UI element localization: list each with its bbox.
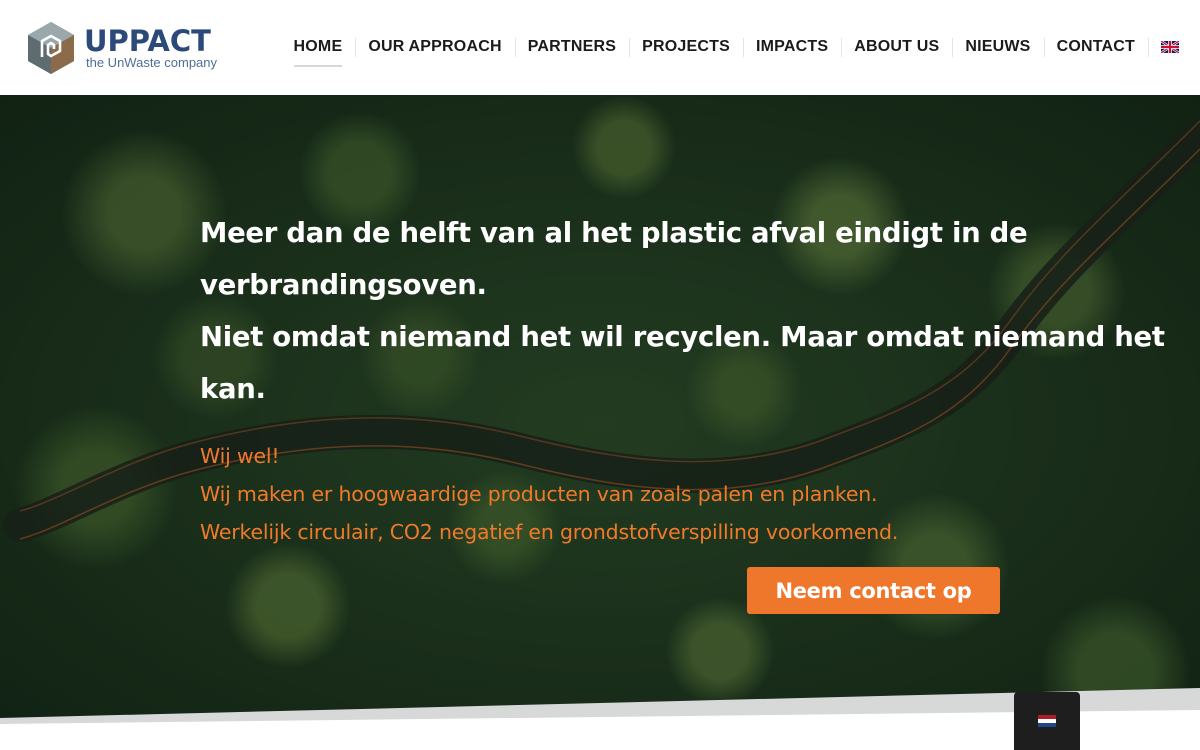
nav-item-nieuws[interactable]: NIEUWS (952, 30, 1043, 64)
nav-item-about-us[interactable]: ABOUT US (841, 30, 952, 64)
hero-subtext: Wij wel! Wij maken er hoogwaardige produ… (200, 437, 1190, 551)
nav-item-impacts[interactable]: IMPACTS (742, 30, 841, 64)
logo-text: UPPACT the UnWaste company (84, 26, 217, 70)
hero-heading-line: kan. (200, 373, 266, 405)
brand-tagline: the UnWaste company (86, 55, 218, 70)
uppact-logo-icon (28, 22, 74, 74)
nav-item-partners[interactable]: PARTNERS (514, 30, 629, 64)
nav-item-projects[interactable]: PROJECTS (629, 30, 743, 64)
nav-item-our-approach[interactable]: OUR APPROACH (355, 30, 514, 64)
uk-flag-icon (1161, 41, 1179, 53)
nav-language-uk[interactable] (1148, 30, 1184, 64)
nl-flag-icon (1038, 715, 1056, 727)
hero-section: Meer dan de helft van al het plastic afv… (0, 95, 1200, 750)
hero-heading-line: Meer dan de helft van al het plastic afv… (200, 217, 1028, 249)
hero-subtext-line: Wij wel! (200, 444, 280, 468)
hero-subtext-line: Werkelijk circulair, CO2 negatief en gro… (200, 520, 899, 544)
main-nav: HOME OUR APPROACH PARTNERS PROJECTS IMPA… (281, 30, 1184, 67)
hero-heading: Meer dan de helft van al het plastic afv… (200, 207, 1190, 415)
hero-subtext-line: Wij maken er hoogwaardige producten van … (200, 482, 878, 506)
nav-item-contact[interactable]: CONTACT (1043, 30, 1148, 64)
hero-content: Meer dan de helft van al het plastic afv… (200, 207, 1190, 551)
hero-heading-line: Niet omdat niemand het wil recyclen. Maa… (200, 321, 1165, 353)
nav-item-home[interactable]: HOME (281, 30, 356, 67)
contact-cta-button[interactable]: Neem contact op (747, 567, 1000, 614)
hero-heading-line: verbrandingsoven. (200, 269, 487, 301)
logo[interactable]: UPPACT the UnWaste company (26, 20, 226, 76)
language-switcher[interactable] (1014, 692, 1080, 750)
brand-name: UPPACT (84, 24, 211, 58)
site-header: UPPACT the UnWaste company HOME OUR APPR… (0, 0, 1200, 95)
